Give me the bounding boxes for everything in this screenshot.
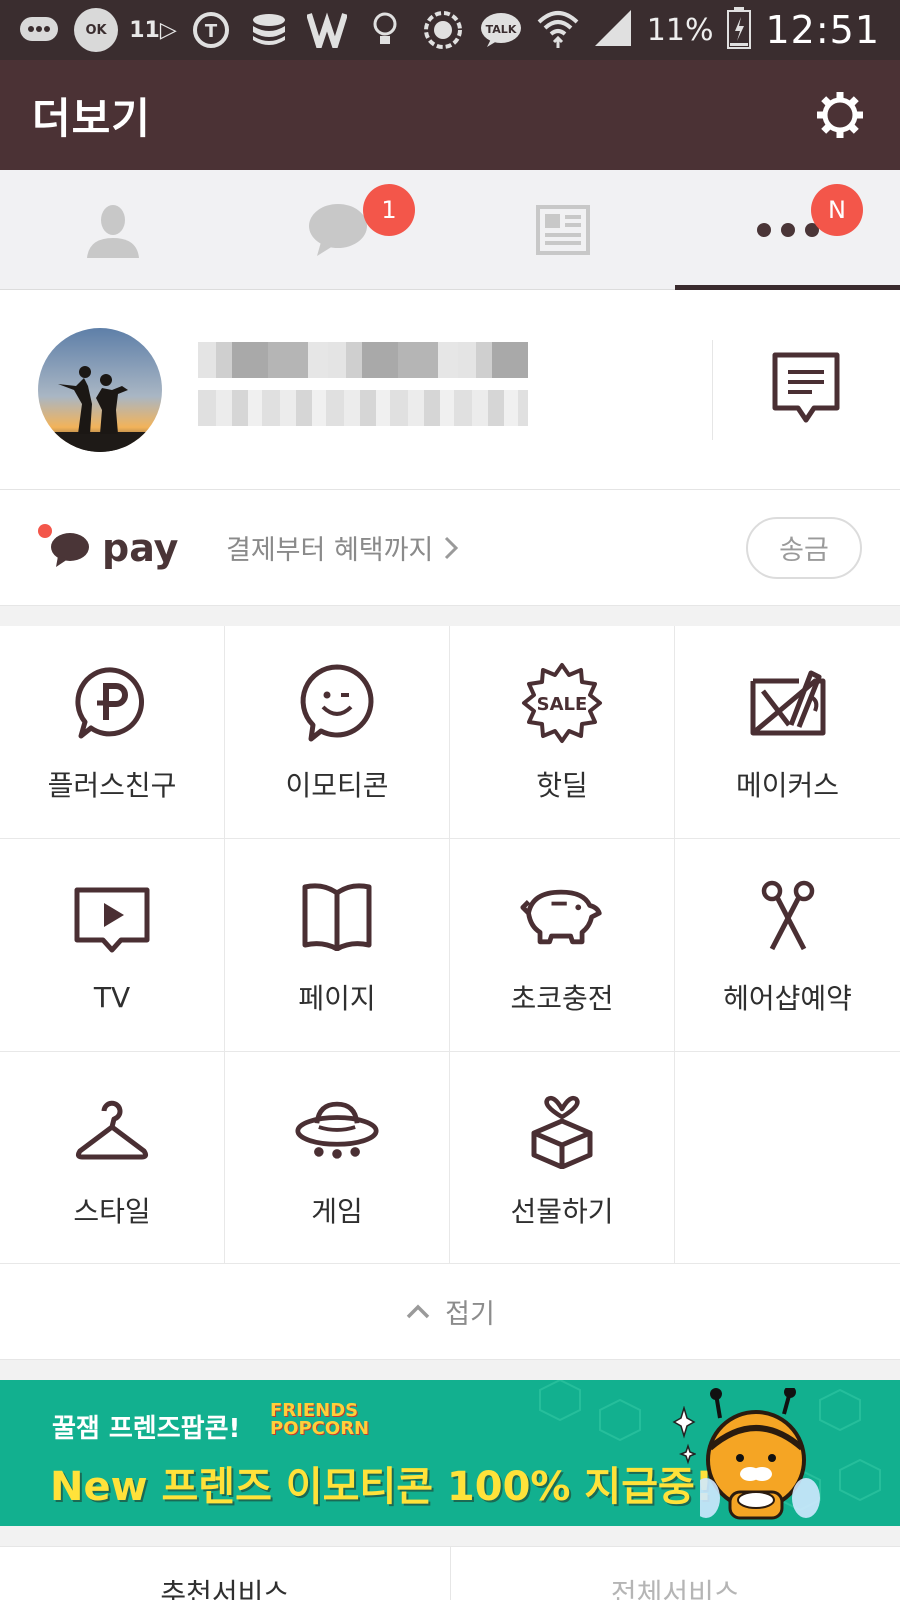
chevron-up-icon	[406, 1304, 430, 1318]
tab-more[interactable]: N	[675, 170, 900, 290]
service-label: 헤어샵예약	[723, 982, 852, 1015]
signal-icon	[593, 8, 633, 52]
service-game[interactable]: 게임	[225, 1052, 450, 1264]
tab-channel[interactable]	[450, 170, 675, 289]
hanger-icon	[69, 1086, 155, 1172]
service-label: 스타일	[73, 1194, 151, 1228]
service-tv[interactable]: TV	[0, 839, 225, 1052]
pay-benefits-link[interactable]: 결제부터 혜택까지	[226, 528, 459, 567]
service-makers[interactable]: 메이커스	[675, 626, 900, 839]
kakaopay-logo[interactable]: pay	[36, 518, 179, 578]
profile-name-blurred	[198, 341, 528, 438]
service-label: 페이지	[298, 982, 376, 1015]
person-icon	[86, 204, 139, 258]
service-label: 이모티콘	[285, 769, 389, 802]
emoticon-icon	[294, 660, 380, 746]
gift-icon	[519, 1086, 605, 1172]
promo-banner[interactable]: 꿀잼 프렌즈팝콘! FRIENDS POPCORN New 프렌즈 이모티콘 1…	[0, 1380, 900, 1526]
service-choco[interactable]: 초코충전	[450, 839, 675, 1052]
t-icon: T	[188, 9, 234, 51]
more-dots-icon	[756, 222, 819, 237]
pay-bubble-icon	[51, 532, 89, 567]
app-header: 더보기	[0, 60, 900, 170]
service-label: 선물하기	[510, 1194, 614, 1228]
service-hotdeal[interactable]: SALE 핫딜	[450, 626, 675, 839]
chat-bubble-icon	[308, 203, 367, 256]
piggy-bank-icon	[519, 873, 605, 959]
wifi-icon	[537, 8, 579, 52]
db-icon	[246, 9, 292, 51]
profile-card[interactable]	[0, 290, 900, 490]
service-label: 초코충전	[510, 982, 614, 1015]
more-new-badge: N	[811, 184, 863, 236]
svg-text:TALK: TALK	[486, 23, 517, 36]
service-style[interactable]: 스타일	[0, 1052, 225, 1264]
chat-unread-badge: 1	[363, 184, 415, 236]
service-page[interactable]: 페이지	[225, 839, 450, 1052]
tab-recommended-services[interactable]: 추천서비스	[0, 1547, 450, 1600]
divider	[712, 340, 713, 440]
message-edit-icon	[772, 352, 840, 423]
service-plus-friend[interactable]: 플러스친구	[0, 626, 225, 839]
book-icon	[294, 873, 380, 959]
sparkle-icon	[672, 1406, 696, 1465]
send-money-button[interactable]: 송금	[746, 516, 862, 579]
ufo-icon	[294, 1086, 380, 1172]
news-icon	[535, 204, 590, 255]
svg-text:T: T	[205, 21, 218, 42]
page-title: 더보기	[32, 93, 151, 143]
tab-chats[interactable]: 1	[225, 170, 450, 289]
chevron-right-icon	[445, 536, 459, 559]
scissors-icon	[745, 873, 831, 959]
ryan-bee-character-icon	[700, 1388, 820, 1520]
service-grid: 플러스친구 이모티콘 SALE 핫딜 메이커스 TV 페이지 초코충전 헤어샵예…	[0, 626, 900, 1264]
empty-cell	[675, 1052, 900, 1264]
status-bar: OK 11 ▷ T TALK 11% 12:51	[0, 0, 900, 60]
friends-popcorn-logo: FRIENDS POPCORN	[270, 1400, 370, 1439]
collapse-label: 접기	[445, 1299, 495, 1330]
kakaotalk-icon: TALK	[478, 9, 524, 51]
sale-icon: SALE	[519, 660, 605, 746]
service-emoticon[interactable]: 이모티콘	[225, 626, 450, 839]
bulb-icon	[362, 9, 408, 51]
11st-icon: 11 ▷	[129, 17, 177, 43]
clock: 12:51	[765, 8, 880, 52]
collapse-button[interactable]: 접기	[0, 1264, 900, 1360]
pay-brand: pay	[102, 525, 179, 570]
service-tabs: 추천서비스 전체서비스	[0, 1546, 900, 1600]
makers-icon	[745, 660, 831, 746]
service-label: TV	[93, 980, 131, 1014]
pay-row: pay 결제부터 혜택까지 송금	[0, 490, 900, 606]
vpn-icon	[304, 9, 350, 51]
service-label: 메이커스	[735, 769, 840, 802]
svg-text:SALE: SALE	[537, 694, 588, 715]
avatar[interactable]	[38, 327, 162, 452]
status-message-button[interactable]	[770, 350, 842, 426]
plus-friend-icon	[69, 660, 155, 746]
service-label: 플러스친구	[47, 769, 177, 802]
gear-icon	[817, 92, 863, 138]
settings-button[interactable]	[812, 87, 868, 143]
banner-subtitle: 꿀잼 프렌즈팝콘!	[52, 1414, 241, 1444]
service-gift[interactable]: 선물하기	[450, 1052, 675, 1264]
tab-all-services[interactable]: 전체서비스	[449, 1547, 900, 1600]
service-label: 게임	[311, 1194, 363, 1228]
service-label: 핫딜	[536, 769, 588, 802]
service-hairshop[interactable]: 헤어샵예약	[675, 839, 900, 1052]
tab-friends[interactable]	[0, 170, 225, 289]
battery-percent: 11%	[646, 12, 714, 48]
tv-icon	[69, 877, 155, 963]
ok-cashbag-icon: OK	[74, 8, 118, 52]
gear-8-icon	[420, 9, 466, 51]
message-icon	[16, 9, 62, 51]
banner-headline: New 프렌즈 이모티콘 100% 지급중!	[50, 1464, 714, 1510]
main-tabs: 1 N	[0, 170, 900, 290]
battery-icon	[727, 7, 752, 53]
